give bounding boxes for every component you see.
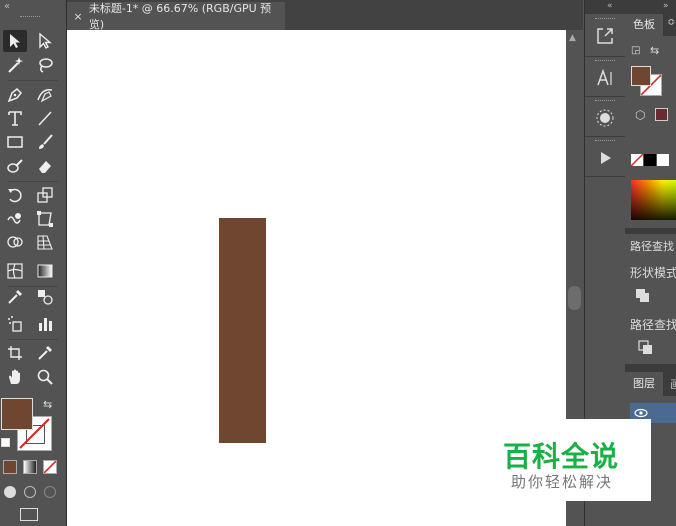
character-panel-icon[interactable] (593, 66, 617, 90)
eyedropper-tool-icon[interactable] (3, 286, 27, 308)
panel-menu-icon[interactable]: ≎ (667, 17, 675, 28)
fill-swatch[interactable] (1, 398, 33, 430)
tab-pathfinder[interactable]: 路径查找 (630, 238, 674, 254)
warp-tool-icon[interactable] (3, 208, 27, 230)
divide-icon[interactable] (638, 340, 654, 356)
rotate-tool-icon[interactable] (3, 184, 27, 206)
column-graph-tool-icon[interactable] (33, 313, 57, 335)
brown-rectangle-shape[interactable] (219, 218, 266, 443)
toolbox-grip[interactable] (20, 16, 40, 20)
unite-icon[interactable] (635, 288, 651, 304)
color-mode-icon[interactable] (3, 460, 17, 474)
panel-fill-swatch[interactable] (631, 66, 651, 86)
free-transform-tool-icon[interactable] (33, 208, 57, 230)
gradient-mode-icon[interactable] (23, 460, 37, 474)
actions-play-icon[interactable] (593, 146, 617, 170)
scroll-up-icon[interactable]: ▲ (569, 33, 576, 43)
toolbox-panel: « ⇆ (0, 0, 67, 526)
line-segment-tool-icon[interactable] (33, 107, 57, 129)
symbol-sprayer-tool-icon[interactable] (3, 313, 27, 335)
watermark-subtitle: 助你轻松解决 (511, 473, 614, 491)
screen-mode-icon[interactable] (20, 508, 38, 521)
slice-tool-icon[interactable] (33, 342, 57, 364)
export-icon[interactable] (593, 24, 617, 48)
mesh-tool-icon[interactable] (3, 260, 27, 282)
document-tab[interactable]: × 未标题-1* @ 66.67% (RGB/GPU 预览) (67, 2, 285, 31)
watermark-title: 百科全说 (503, 440, 620, 473)
tab-layers[interactable]: 图层 (625, 372, 663, 396)
default-fill-stroke-icon[interactable] (1, 438, 10, 447)
shaper-tool-icon[interactable] (3, 155, 27, 177)
web-safe-color-swatch[interactable] (655, 108, 668, 121)
collapse-panels-icon[interactable]: « (607, 1, 613, 11)
default-colors-icon[interactable]: ◲ (631, 45, 640, 56)
appearance-panel-icon[interactable] (593, 106, 617, 130)
pathfinders-label: 路径查找 (630, 318, 676, 332)
rectangle-tool-icon[interactable] (3, 131, 27, 153)
draw-behind-icon[interactable] (24, 486, 36, 498)
lasso-tool-icon[interactable] (33, 54, 57, 76)
eye-visibility-icon[interactable] (634, 408, 648, 418)
curvature-tool-icon[interactable] (33, 84, 57, 106)
blend-tool-icon[interactable] (33, 286, 57, 308)
swap-fill-stroke-icon[interactable]: ⇆ (43, 398, 52, 411)
pen-tool-icon[interactable] (3, 84, 27, 106)
none-color-swatch[interactable] (631, 154, 643, 166)
hand-tool-icon[interactable] (3, 366, 27, 388)
out-of-gamut-cube-icon[interactable]: ⬡ (635, 108, 645, 122)
collapse-right-icon[interactable]: » (663, 1, 669, 11)
magic-wand-tool-icon[interactable] (3, 54, 27, 76)
white-swatch[interactable] (657, 154, 669, 166)
close-tab-icon[interactable]: × (67, 10, 89, 23)
none-mode-icon[interactable] (43, 460, 57, 474)
tab-swatches[interactable]: 色板 (625, 14, 663, 36)
zoom-tool-icon[interactable] (33, 366, 57, 388)
artboard-tool-icon[interactable] (3, 342, 27, 364)
draw-normal-icon[interactable] (4, 486, 16, 498)
scale-tool-icon[interactable] (33, 184, 57, 206)
shape-builder-tool-icon[interactable] (3, 231, 27, 253)
direct-selection-tool-icon[interactable] (33, 30, 57, 52)
draw-inside-icon[interactable] (44, 486, 56, 498)
collapse-toolbox-icon[interactable]: « (4, 1, 10, 12)
document-title: 未标题-1* @ 66.67% (RGB/GPU 预览) (88, 2, 272, 31)
eraser-tool-icon[interactable] (33, 155, 57, 177)
gradient-tool-icon[interactable] (33, 260, 57, 282)
paintbrush-tool-icon[interactable] (33, 131, 57, 153)
selection-tool-icon[interactable] (3, 30, 27, 52)
type-tool-icon[interactable] (3, 107, 27, 129)
perspective-grid-tool-icon[interactable] (33, 231, 57, 253)
color-spectrum[interactable] (631, 180, 676, 220)
swap-colors-icon[interactable]: ⇆ (650, 44, 659, 57)
shape-modes-label: 形状模式 (630, 266, 676, 280)
watermark-logo: 百科全说 助你轻松解决 (489, 419, 651, 501)
black-swatch[interactable] (644, 154, 656, 166)
tab-artboards-partial[interactable]: 画 (670, 376, 676, 392)
scrollbar-thumb[interactable] (568, 286, 581, 310)
